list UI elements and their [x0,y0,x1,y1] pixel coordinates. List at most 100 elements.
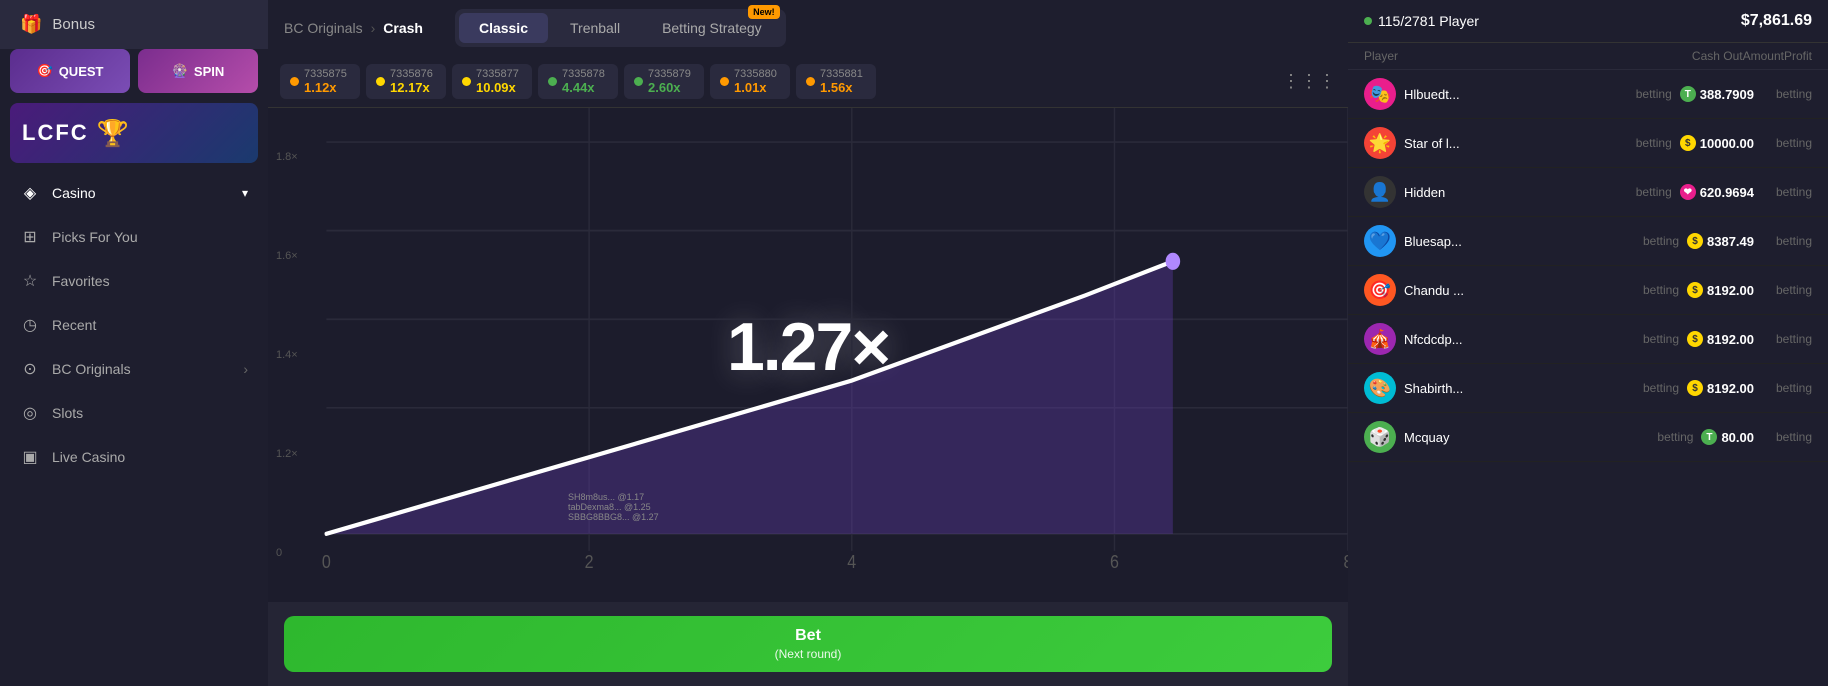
player-name: Star of l... [1404,136,1460,151]
mult-val-5: 1.01x [734,80,767,95]
quest-button[interactable]: 🎯 QUEST [10,49,130,93]
cash-out-status: betting [1636,185,1672,199]
sidebar-item-picks[interactable]: ⊞ Picks For You [0,215,268,259]
right-panel: 115/2781 Player $7,861.69 Player Cash Ou… [1348,0,1828,686]
amount-cell: $ 8192.00 [1687,331,1754,347]
banner-trophy: 🏆 [97,118,131,149]
online-indicator [1364,17,1372,25]
player-name: Hlbuedt... [1404,87,1460,102]
table-row: 🎨 Shabirth... betting $ 8192.00 betting [1348,364,1828,413]
table-row: 🎲 Mcquay betting T 80.00 betting [1348,413,1828,462]
sidebar-item-recent-label: Recent [52,317,96,333]
amount-cell: $ 8192.00 [1687,380,1754,396]
quest-label: QUEST [59,64,104,79]
player-list: 🎭 Hlbuedt... betting T 388.7909 betting … [1348,70,1828,686]
profit-cell: betting [1762,430,1812,444]
cash-out-status: betting [1643,332,1679,346]
casino-icon: ◈ [20,183,40,203]
breadcrumb-parent[interactable]: BC Originals [284,20,363,36]
bet-label: Bet [795,626,821,647]
avatar: 🌟 [1364,127,1396,159]
cash-out-status: betting [1636,136,1672,150]
mult-item-3[interactable]: 7335878 4.44x [538,64,618,99]
mult-val-3: 4.44x [562,80,595,95]
coin-icon: $ [1687,331,1703,347]
sidebar-item-live-label: Live Casino [52,449,125,465]
mult-item-6[interactable]: 7335881 1.56x [796,64,876,99]
profit-cell: betting [1762,185,1812,199]
mult-id-5: 7335880 [734,68,777,80]
multiplier-row: 7335875 1.12x 7335876 12.17x 7335877 10.… [268,56,1348,108]
col-player: Player [1364,49,1692,63]
player-info: 🎨 Shabirth... [1364,372,1635,404]
panel-header: 115/2781 Player $7,861.69 [1348,0,1828,43]
main-content: BC Originals › Crash Classic Trenball Ne… [268,0,1348,686]
profit-cell: betting [1762,381,1812,395]
avatar: 💙 [1364,225,1396,257]
amount-cell: ❤ 620.9694 [1680,184,1754,200]
table-row: 🌟 Star of l... betting $ 10000.00 bettin… [1348,119,1828,168]
panel-columns: Player Cash Out Amount Profit [1348,43,1828,70]
mult-item-0[interactable]: 7335875 1.12x [280,64,360,99]
svg-text:6: 6 [1110,551,1119,572]
tab-classic[interactable]: Classic [459,13,548,43]
amount-cell: T 80.00 [1701,429,1754,445]
sidebar-item-originals-label: BC Originals [52,361,131,377]
table-row: 💙 Bluesap... betting $ 8387.49 betting [1348,217,1828,266]
bet-button[interactable]: Bet (Next round) [284,616,1332,672]
cash-out-status: betting [1643,234,1679,248]
sidebar-item-bonus[interactable]: 🎁 Bonus [0,0,268,49]
sidebar-item-casino[interactable]: ◈ Casino ▾ [0,171,268,215]
player-info: 🌟 Star of l... [1364,127,1628,159]
grid-icon[interactable]: ⋮⋮⋮ [1282,71,1336,92]
quest-icon: 🎯 [37,63,53,79]
mult-dot-orange2 [720,77,729,86]
coin-icon: $ [1687,282,1703,298]
tab-classic-label: Classic [479,20,528,36]
mult-val-4: 2.60x [648,80,681,95]
amount-cell: $ 8192.00 [1687,282,1754,298]
player-name: Mcquay [1404,430,1450,445]
bonus-label: Bonus [52,16,95,33]
mult-item-4[interactable]: 7335879 2.60x [624,64,704,99]
sidebar-item-bc-originals[interactable]: ⊙ BC Originals › [0,347,268,391]
sidebar-item-live-casino[interactable]: ▣ Live Casino [0,435,268,479]
cash-out-status: betting [1636,87,1672,101]
sidebar-item-slots[interactable]: ◎ Slots [0,391,268,435]
svg-text:2: 2 [585,551,594,572]
mult-item-1[interactable]: 7335876 12.17x [366,64,446,99]
sidebar-item-recent[interactable]: ◷ Recent [0,303,268,347]
coin-icon: ❤ [1680,184,1696,200]
tab-trenball[interactable]: Trenball [550,13,640,43]
tab-betting-strategy[interactable]: New! Betting Strategy [642,13,782,43]
mult-item-5[interactable]: 7335880 1.01x [710,64,790,99]
amount-cell: T 388.7909 [1680,86,1754,102]
player-info: 🎲 Mcquay [1364,421,1649,453]
game-area: 1.27× 1.8× 1.6× 1.4× 1.2× 0 [268,108,1348,602]
clock-icon: ◷ [20,315,40,335]
mult-id-3: 7335878 [562,68,605,80]
mult-val-0: 1.12x [304,80,337,95]
picks-icon: ⊞ [20,227,40,247]
cash-out-status: betting [1643,381,1679,395]
promo-banner[interactable]: LCFC 🏆 [10,103,258,163]
mult-dot-yellow [376,77,385,86]
spin-icon: 🎡 [172,63,188,79]
sidebar-item-favorites[interactable]: ☆ Favorites [0,259,268,303]
mult-item-2[interactable]: 7335877 10.09x [452,64,532,99]
chevron-down-icon: ▾ [242,186,248,200]
svg-text:8: 8 [1344,551,1348,572]
avatar: 🎲 [1364,421,1396,453]
arrow-right-icon: › [243,361,248,377]
spin-button[interactable]: 🎡 SPIN [138,49,258,93]
breadcrumb-separator: › [371,20,376,36]
cash-out-status: betting [1657,430,1693,444]
mult-id-2: 7335877 [476,68,519,80]
col-amount: Amount [1743,49,1784,63]
tab-trenball-label: Trenball [570,20,620,36]
player-info: 🎭 Hlbuedt... [1364,78,1628,110]
table-row: 🎪 Nfcdcdp... betting $ 8192.00 betting [1348,315,1828,364]
tab-group: Classic Trenball New! Betting Strategy [455,9,786,47]
player-count: 115/2781 Player [1364,13,1479,29]
coin-icon: $ [1687,380,1703,396]
